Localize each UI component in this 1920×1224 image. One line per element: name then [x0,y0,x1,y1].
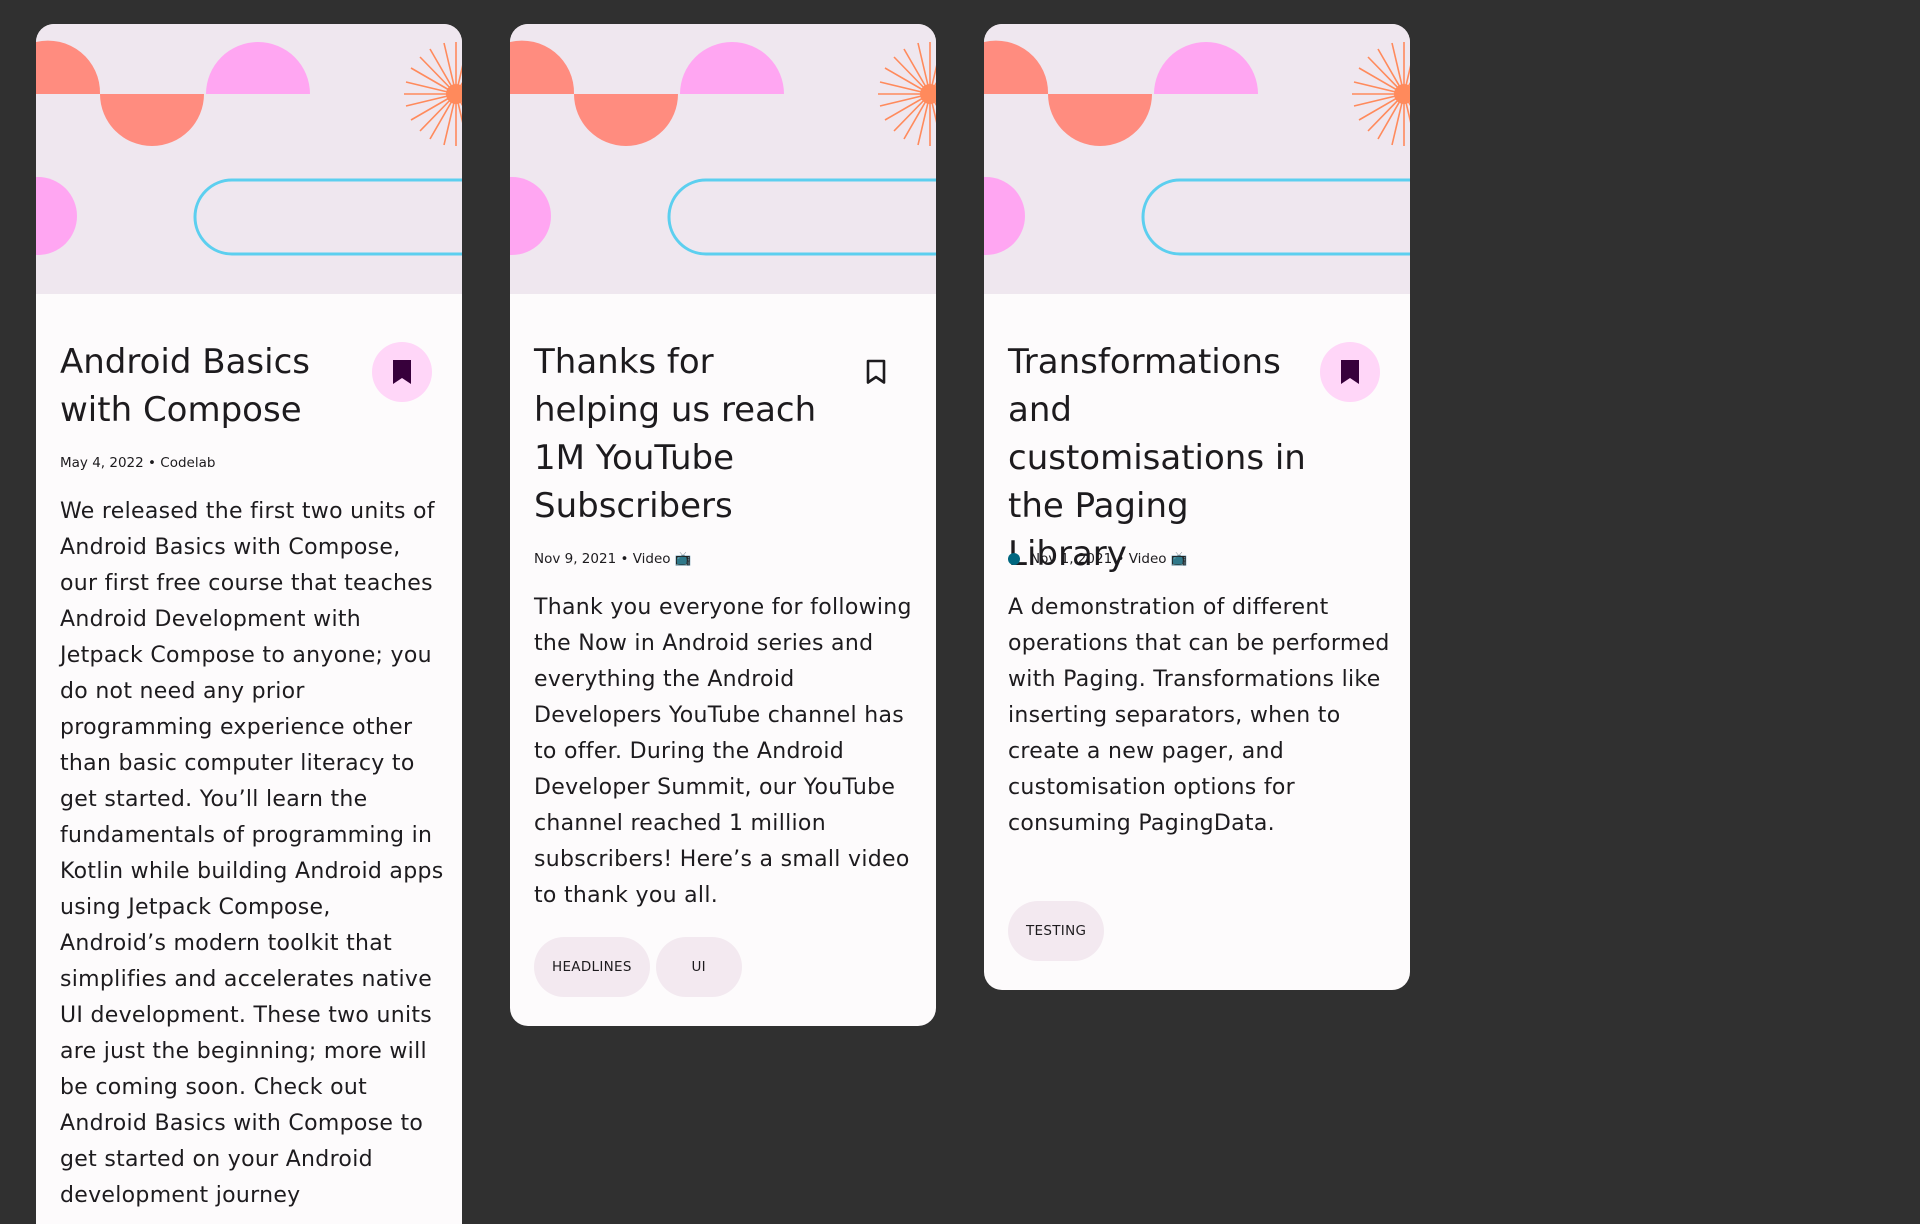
topic-chips: TESTING [1008,901,1105,961]
unread-indicator-icon [1008,553,1020,565]
meta-text: May 4, 2022 • Codelab [60,455,216,471]
topic-chip[interactable]: TESTING [1008,901,1105,961]
bookmark-button[interactable] [1320,342,1380,402]
header-image [510,24,936,294]
card-body: We released the first two units of Andro… [60,499,444,1208]
card-body: A demonstration of different operations … [1008,595,1390,836]
card-meta: Nov 1, 2021 • Video 📺 [1008,551,1188,567]
topic-chips: HEADLINES UI [534,937,742,997]
meta-text: Nov 9, 2021 • Video 📺 [534,551,692,567]
bookmark-button[interactable] [846,342,906,402]
card-title: Android Basics with Compose [60,342,310,430]
card-body: Thank you everyone for following the Now… [534,595,912,908]
header-image [984,24,1410,294]
news-card[interactable]: Transformations and customisations in th… [984,24,1410,990]
card-title: Transformations and customisations in th… [1008,342,1306,574]
card-meta: Nov 9, 2021 • Video 📺 [534,551,692,567]
bookmark-button[interactable] [372,342,432,402]
header-image [36,24,462,294]
topic-chip[interactable]: UI [655,937,742,997]
bookmark-outline-icon [866,359,886,384]
meta-text: Nov 1, 2021 • Video 📺 [1030,551,1188,567]
card-meta: May 4, 2022 • Codelab [60,455,215,471]
news-card[interactable]: Thanks for helping us reach 1M YouTube S… [510,24,936,1026]
topic-chip[interactable]: HEADLINES [534,937,650,997]
bookmark-filled-icon [1341,360,1359,384]
news-card[interactable]: Android Basics with Compose May 4, 2022 … [36,24,462,1224]
bookmark-filled-icon [393,360,411,384]
card-title: Thanks for helping us reach 1M YouTube S… [534,342,817,526]
